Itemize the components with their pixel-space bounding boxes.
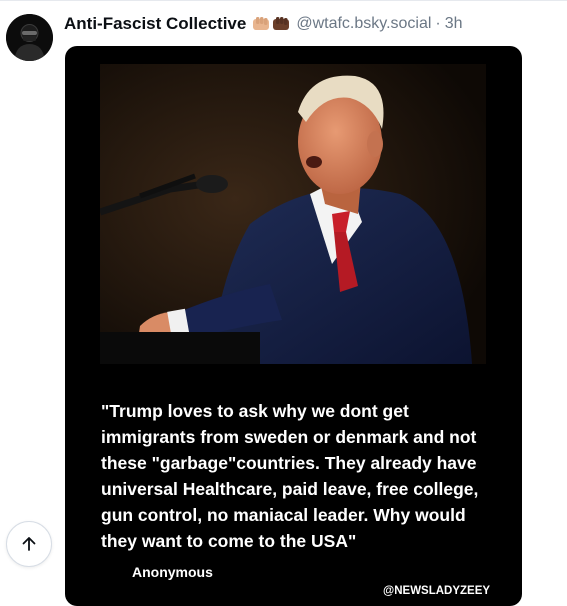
- author-avatar[interactable]: [6, 14, 53, 61]
- author-name[interactable]: Anti-Fascist Collective: [64, 14, 246, 34]
- author-handle[interactable]: @wtafc.bsky.social: [296, 15, 431, 33]
- post-header: Anti-Fascist Collective @wtafc.bsky.soci…: [64, 13, 463, 35]
- header-separator: ·: [435, 15, 441, 32]
- fist-dark-icon: [273, 17, 290, 30]
- avatar-icon: [6, 14, 53, 61]
- author-emoji: [252, 16, 290, 32]
- arrow-up-icon: [22, 537, 36, 551]
- speaker-photo: [100, 64, 486, 364]
- post-image[interactable]: "Trump loves to ask why we dont get immi…: [65, 46, 522, 606]
- quote-attribution: Anonymous: [132, 564, 213, 580]
- post-time[interactable]: 3h: [445, 15, 463, 33]
- top-divider: [0, 0, 567, 1]
- image-watermark: @NEWSLADYZEEY: [383, 585, 491, 597]
- scroll-to-top-button[interactable]: [6, 521, 52, 567]
- quote-text: "Trump loves to ask why we dont get immi…: [101, 401, 479, 551]
- fist-light-icon: [253, 17, 270, 30]
